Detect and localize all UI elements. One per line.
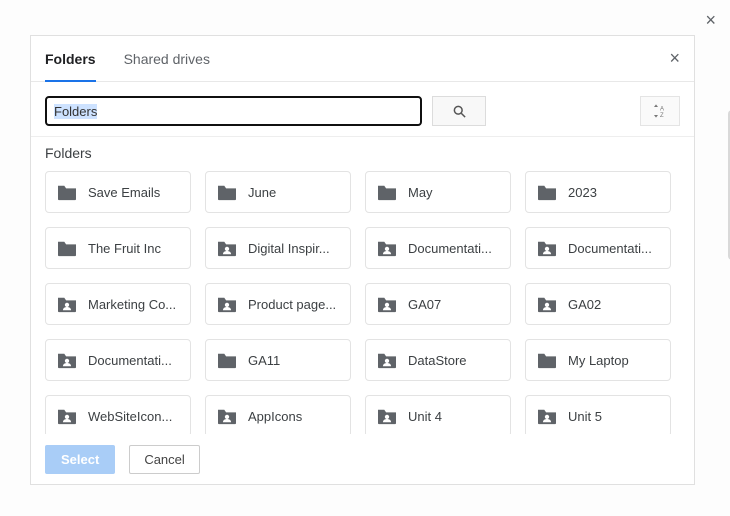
search-icon — [452, 104, 467, 119]
folder-name: May — [408, 185, 433, 200]
select-button[interactable]: Select — [45, 445, 115, 474]
folder-name: Documentati... — [408, 241, 492, 256]
tab-folders[interactable]: Folders — [45, 36, 96, 82]
shared-folder-icon — [376, 407, 398, 425]
folder-icon — [216, 351, 238, 369]
folder-picker-dialog: Folders Shared drives × A Z Folders — [30, 35, 695, 485]
shared-folder-icon — [376, 351, 398, 369]
folder-name: 2023 — [568, 185, 597, 200]
folder-item[interactable]: DataStore — [365, 339, 511, 381]
shared-folder-icon — [216, 239, 238, 257]
folder-item[interactable]: GA11 — [205, 339, 351, 381]
folder-item[interactable]: My Laptop — [525, 339, 671, 381]
folder-item[interactable]: Unit 5 — [525, 395, 671, 434]
folder-name: DataStore — [408, 353, 467, 368]
folder-name: WebSiteIcon... — [88, 409, 172, 424]
results-area: Folders Save Emails June May 2023 The Fruit … — [31, 137, 694, 434]
search-input[interactable] — [45, 96, 422, 126]
folder-icon — [56, 183, 78, 201]
close-icon[interactable]: × — [705, 10, 716, 31]
folder-name: Unit 5 — [568, 409, 602, 424]
folder-item[interactable]: The Fruit Inc — [45, 227, 191, 269]
folder-item[interactable]: Unit 4 — [365, 395, 511, 434]
folder-grid: Save Emails June May 2023 The Fruit Inc Digit… — [31, 165, 694, 434]
shared-folder-icon — [376, 295, 398, 313]
folder-item[interactable]: Save Emails — [45, 171, 191, 213]
cancel-button[interactable]: Cancel — [129, 445, 199, 474]
shared-folder-icon — [216, 407, 238, 425]
folder-name: GA11 — [248, 353, 280, 368]
shared-folder-icon — [216, 295, 238, 313]
shared-folder-icon — [376, 239, 398, 257]
folder-item[interactable]: Documentati... — [525, 227, 671, 269]
folder-name: June — [248, 185, 276, 200]
dialog-close-icon[interactable]: × — [669, 48, 680, 69]
folder-icon — [536, 351, 558, 369]
folder-icon — [56, 239, 78, 257]
folder-icon — [376, 183, 398, 201]
tab-shared-drives[interactable]: Shared drives — [124, 36, 210, 82]
sort-az-icon: A Z — [652, 104, 668, 118]
dialog-footer: Select Cancel — [31, 434, 694, 484]
folder-item[interactable]: Documentati... — [45, 339, 191, 381]
folder-item[interactable]: June — [205, 171, 351, 213]
folder-name: Digital Inspir... — [248, 241, 330, 256]
section-title: Folders — [31, 137, 694, 165]
search-button[interactable] — [432, 96, 486, 126]
svg-text:A: A — [660, 106, 664, 112]
shared-folder-icon — [56, 351, 78, 369]
folder-item[interactable]: Marketing Co... — [45, 283, 191, 325]
shared-folder-icon — [536, 407, 558, 425]
svg-text:Z: Z — [660, 113, 664, 118]
folder-name: Product page... — [248, 297, 336, 312]
folder-item[interactable]: Documentati... — [365, 227, 511, 269]
folder-name: The Fruit Inc — [88, 241, 161, 256]
folder-item[interactable]: Digital Inspir... — [205, 227, 351, 269]
sort-button[interactable]: A Z — [640, 96, 680, 126]
shared-folder-icon — [56, 295, 78, 313]
folder-item[interactable]: 2023 — [525, 171, 671, 213]
folder-item[interactable]: May — [365, 171, 511, 213]
folder-item[interactable]: Product page... — [205, 283, 351, 325]
folder-name: Save Emails — [88, 185, 160, 200]
folder-item[interactable]: AppIcons — [205, 395, 351, 434]
folder-icon — [216, 183, 238, 201]
folder-name: My Laptop — [568, 353, 629, 368]
folder-name: GA02 — [568, 297, 601, 312]
folder-item[interactable]: GA02 — [525, 283, 671, 325]
folder-name: AppIcons — [248, 409, 302, 424]
tabs-row: Folders Shared drives × — [31, 36, 694, 82]
search-row: A Z — [31, 82, 694, 137]
shared-folder-icon — [56, 407, 78, 425]
folder-name: Unit 4 — [408, 409, 442, 424]
shared-folder-icon — [536, 239, 558, 257]
folder-name: Marketing Co... — [88, 297, 176, 312]
folder-name: Documentati... — [568, 241, 652, 256]
folder-name: Documentati... — [88, 353, 172, 368]
folder-icon — [536, 183, 558, 201]
shared-folder-icon — [536, 295, 558, 313]
folder-name: GA07 — [408, 297, 441, 312]
folder-item[interactable]: GA07 — [365, 283, 511, 325]
folder-item[interactable]: WebSiteIcon... — [45, 395, 191, 434]
